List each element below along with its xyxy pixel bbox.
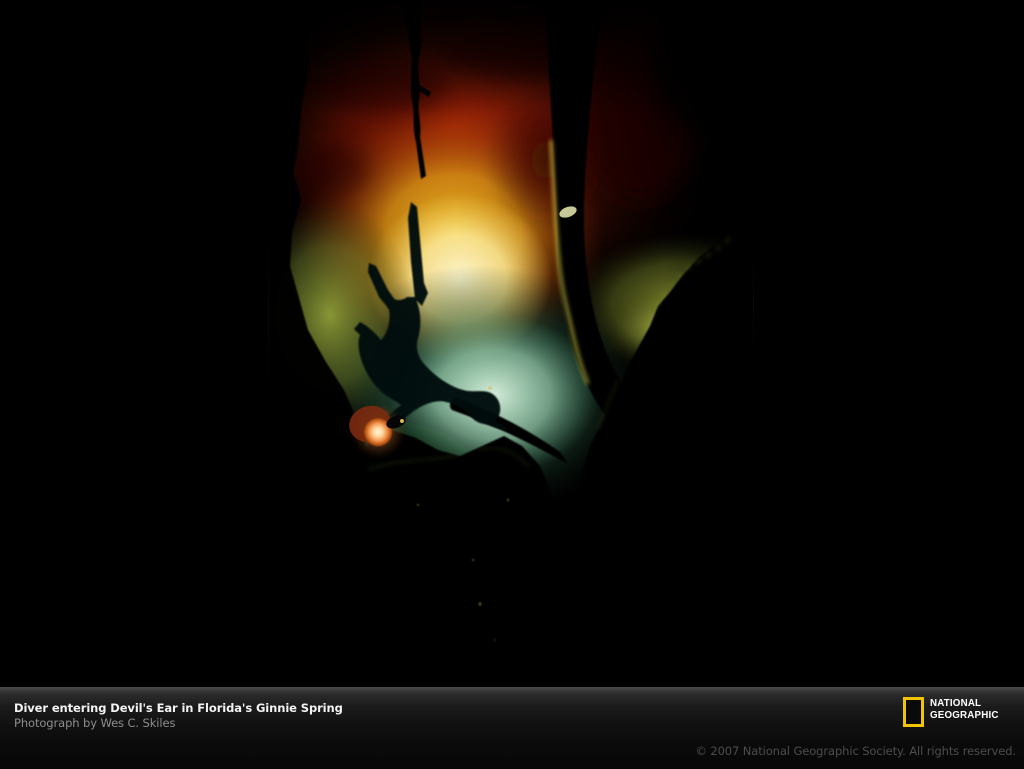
caption-bar: Diver entering Devil's Ear in Florida's … [0,686,1024,769]
national-geographic-logo[interactable]: NATIONAL GEOGRAPHIC [903,697,1004,727]
vignette [268,0,754,686]
ng-wordmark-line2: GEOGRAPHIC [930,708,999,721]
photo [268,0,754,686]
photo-title: Diver entering Devil's Ear in Florida's … [14,701,343,715]
wallpaper-page: { "window": { "width": 1024, "height": 7… [0,0,1024,769]
photo-credit: Photograph by Wes C. Skiles [14,716,176,730]
photo-illustration [268,0,754,686]
national-geographic-wordmark: NATIONAL GEOGRAPHIC [930,697,1004,721]
national-geographic-frame-icon [903,697,925,727]
copyright-text: © 2007 National Geographic Society. All … [695,744,1016,758]
